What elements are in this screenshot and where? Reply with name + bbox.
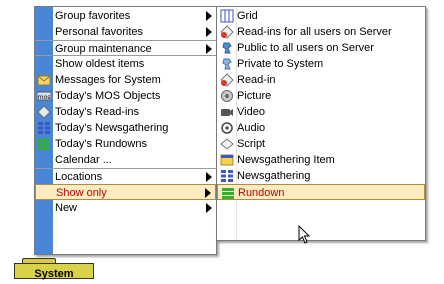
menu-item-locations[interactable]: Locations [35,168,216,184]
menu-item-newsgathering[interactable]: Today's Newsgathering [35,120,216,136]
menu-item-label: Audio [237,122,266,134]
submenu-arrow-icon [206,203,212,213]
menu-item-label: Newsgathering Item [237,154,335,166]
mos-icon: mos [37,91,51,101]
menu-item-group-favorites[interactable]: Group favorites [35,8,216,24]
audio-icon [221,122,233,134]
menu-item-rundowns[interactable]: Today's Rundowns [35,136,216,152]
menu-item-label: Video [237,106,265,118]
newsgathering-grid-icon [38,122,50,134]
grid-icon [220,9,234,23]
menu-item-label: Grid [237,10,258,22]
submenu-item-grid[interactable]: Grid [217,8,425,24]
submenu-item-private[interactable]: Private to System [217,56,425,72]
menu-item-label: Read-ins for all users on Server [237,26,392,38]
menu-item-label: Show oldest items [55,58,145,70]
submenu-arrow-icon [206,172,212,182]
menu-item-label: Private to System [237,58,324,70]
rundown-icon [38,139,50,150]
rundown-icon [222,188,234,199]
read-in-icon [220,73,234,87]
menu-item-label: Today's Rundowns [55,138,147,150]
menu-item-label: Personal favorites [55,26,144,38]
mouse-cursor-icon [298,225,311,244]
menu-item-label: Today's Newsgathering [55,122,169,134]
menu-item-label: Rundown [238,187,285,199]
menu-item-label: Today's MOS Objects [55,90,161,102]
submenu-item-newsgathering[interactable]: Newsgathering [217,168,425,184]
menu-item-calendar[interactable]: Calendar ... [35,152,216,168]
newsgathering-item-icon [220,154,234,166]
public-server-icon [222,42,232,54]
submenu-item-newsgathering-item[interactable]: Newsgathering Item [217,152,425,168]
submenu-item-video[interactable]: Video [217,104,425,120]
context-menu: Group favorites Personal favorites Group… [34,6,217,255]
submenu-item-audio[interactable]: Audio [217,120,425,136]
menu-item-mos-objects[interactable]: mos Today's MOS Objects [35,88,216,104]
menu-item-label: Messages for System [55,74,161,86]
menu-item-personal-favorites[interactable]: Personal favorites [35,24,216,40]
submenu-item-rundown[interactable]: Rundown [217,184,425,200]
diamond-icon [37,105,51,119]
menu-item-show-oldest-items[interactable]: Show oldest items [35,56,216,72]
submenu-item-script[interactable]: Script [217,136,425,152]
menu-item-show-only[interactable]: Show only [35,184,216,200]
video-icon [221,109,233,116]
submenu-item-picture[interactable]: Picture [217,88,425,104]
submenu-arrow-icon [206,44,212,54]
submenu-item-read-ins-server[interactable]: Read-ins for all users on Server [217,24,425,40]
menu-item-label: Public to all users on Server [237,42,374,54]
menu-item-label: Script [237,138,266,150]
menu-item-messages[interactable]: Messages for System [35,72,216,88]
menu-item-label: Group maintenance [55,43,152,55]
submenu-arrow-icon [206,11,212,21]
menu-item-label: Calendar ... [55,154,112,166]
system-folder[interactable]: System [14,258,94,280]
menu-item-new[interactable]: New [35,200,216,216]
envelope-icon [37,75,51,86]
submenu-arrow-icon [205,188,211,198]
script-icon [220,138,234,150]
menu-item-group-maintenance[interactable]: Group maintenance [35,40,216,56]
newsgathering-grid-icon [221,170,233,182]
picture-icon [221,90,233,102]
menu-item-label: Show only [56,187,107,199]
private-icon [222,58,232,70]
menu-item-label: Group favorites [55,10,131,22]
menu-item-label: Picture [237,90,272,102]
menu-item-label: Today's Read-ins [55,106,140,118]
svg-text:mos: mos [38,94,51,101]
submenu-item-public-server[interactable]: Public to all users on Server [217,40,425,56]
show-only-submenu: Grid Read-ins for all users on Server Pu… [216,6,426,241]
menu-item-read-ins[interactable]: Today's Read-ins [35,104,216,120]
submenu-arrow-icon [206,27,212,37]
read-in-server-icon [220,25,234,39]
submenu-item-read-in[interactable]: Read-in [217,72,425,88]
folder-label: System [34,268,74,280]
menu-item-label: Newsgathering [237,170,311,182]
menu-item-label: New [55,202,78,214]
menu-item-label: Locations [55,171,103,183]
menu-item-label: Read-in [237,74,276,86]
